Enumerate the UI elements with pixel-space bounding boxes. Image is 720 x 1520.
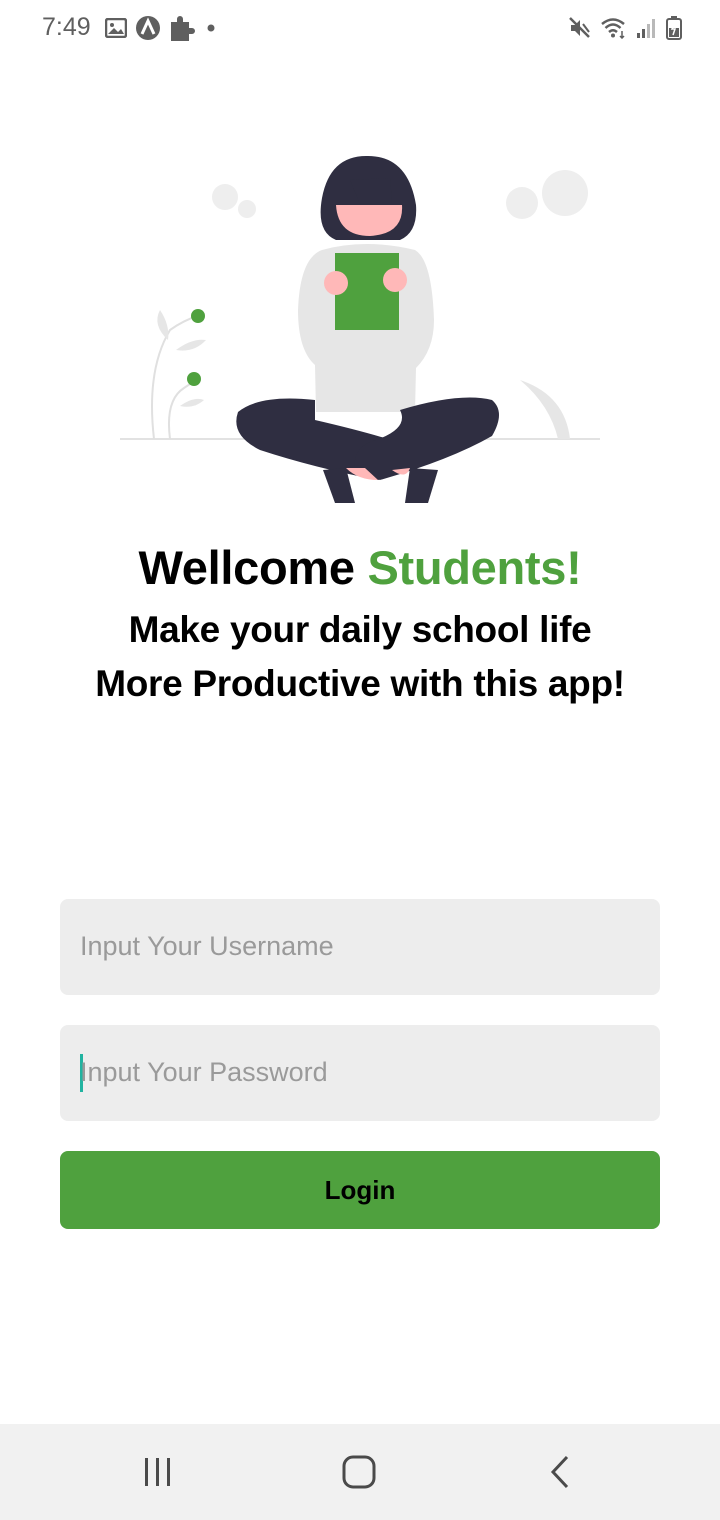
password-input[interactable]: Input Your Password	[60, 1025, 660, 1121]
login-button[interactable]: Login	[60, 1151, 660, 1229]
recent-apps-button[interactable]	[133, 1448, 183, 1496]
welcome-prefix: Wellcome	[138, 541, 368, 594]
puzzle-icon	[171, 16, 195, 41]
student-illustration	[120, 155, 600, 503]
welcome-accent: Students!	[367, 541, 582, 594]
status-right-icons	[568, 14, 682, 42]
tagline-line-2: More Productive with this app!	[95, 663, 625, 704]
login-button-label: Login	[324, 1174, 396, 1205]
tagline-line-1: Make your daily school life	[128, 609, 592, 650]
mute-icon	[569, 17, 590, 38]
back-button[interactable]	[535, 1448, 585, 1496]
password-placeholder: Input Your Password	[80, 1057, 328, 1087]
username-input[interactable]: Input Your Username	[60, 899, 660, 995]
app-a-icon	[136, 16, 160, 40]
battery-icon	[666, 16, 682, 40]
dot-icon	[207, 24, 215, 32]
image-icon	[105, 18, 127, 38]
home-button[interactable]	[334, 1448, 384, 1496]
welcome-heading: Wellcome Students!	[0, 540, 720, 595]
wifi-icon	[601, 18, 625, 39]
username-placeholder: Input Your Username	[80, 931, 334, 961]
recent-apps-icon	[145, 1458, 170, 1486]
status-bar: 7:49	[0, 0, 720, 56]
back-icon	[550, 1455, 569, 1489]
navigation-bar	[0, 1424, 720, 1520]
status-time: 7:49	[42, 13, 91, 41]
status-left-icons	[105, 14, 219, 42]
signal-icon	[637, 19, 655, 38]
home-icon	[342, 1455, 376, 1489]
